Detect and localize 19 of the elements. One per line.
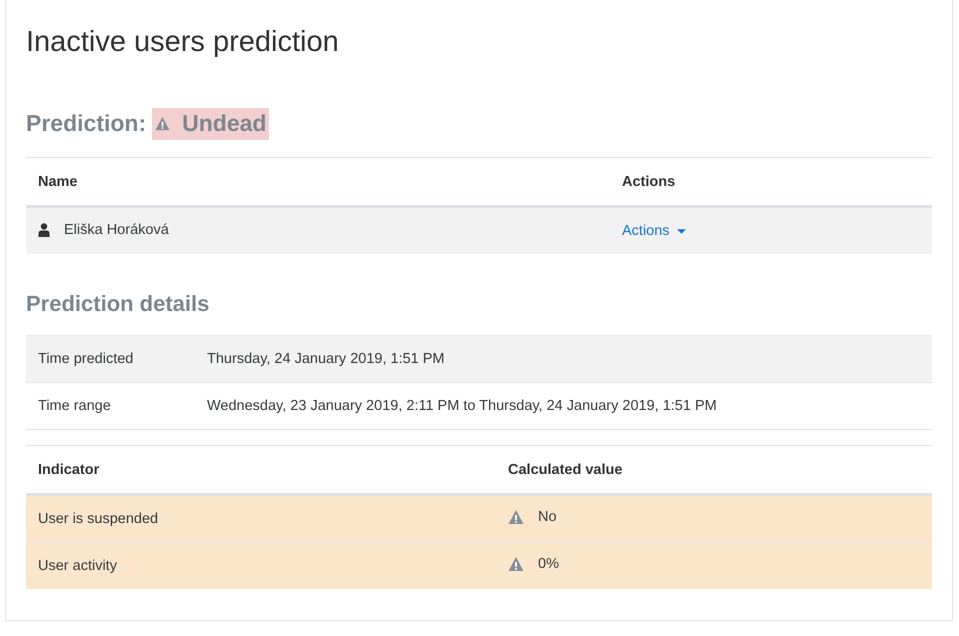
indicator-value: 0% [538,556,559,572]
user-icon [38,222,50,236]
user-name: Eliška Horáková [64,222,169,238]
detail-value: Wednesday, 23 January 2019, 2:11 PM to Thursday, 24 January 2019, 1:51 PM [195,382,932,430]
indicator-value: No [538,509,557,525]
detail-label: Time predicted [26,336,195,382]
warning-icon [155,116,170,131]
page-title: Inactive users prediction [26,25,340,60]
warning-icon [508,509,524,525]
indicator-name: User activity [38,558,117,574]
caret-icon [676,228,686,234]
prediction-label: Prediction: [26,110,146,137]
indicator-name: User is suspended [38,511,158,527]
actions-dropdown[interactable]: Actions [622,223,686,239]
detail-label: Time range [26,382,195,430]
prediction-badge: Undead [152,108,270,140]
warning-icon [508,556,524,572]
detail-value: Thursday, 24 January 2019, 1:51 PM [195,336,932,382]
section-heading: Prediction details [26,290,210,318]
